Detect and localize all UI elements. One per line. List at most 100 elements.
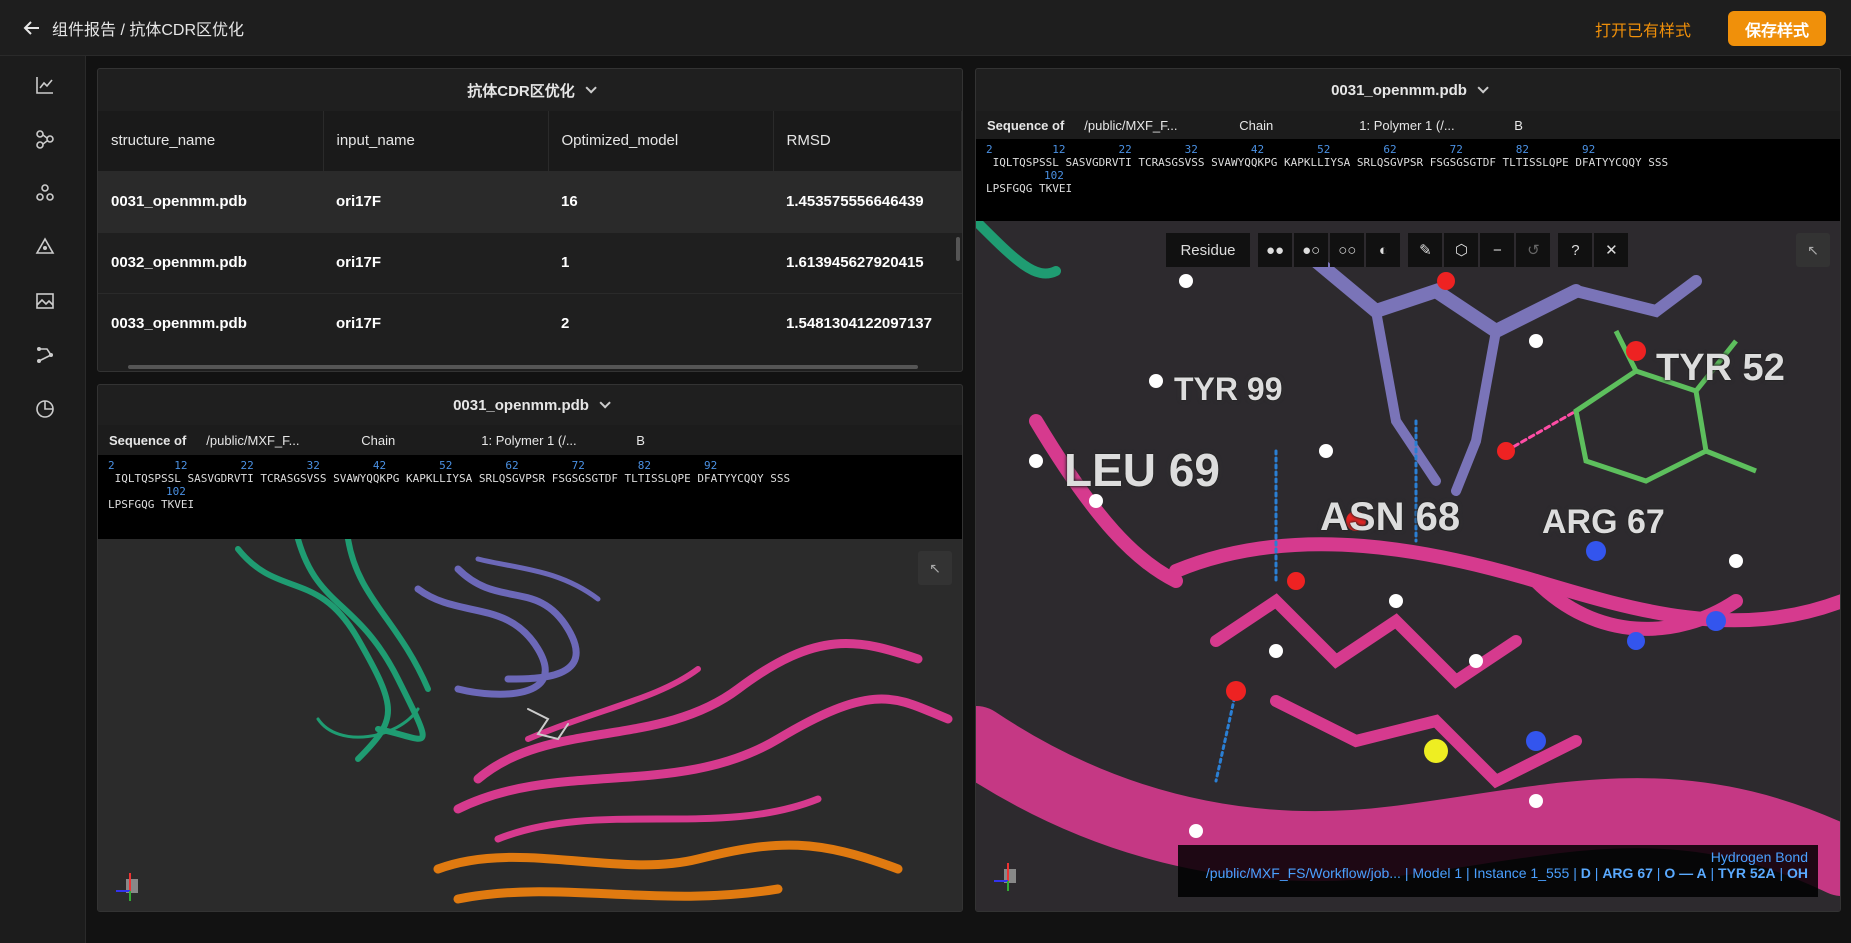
sequence-line: LPSFGQG TKVEI <box>986 182 1073 195</box>
close-icon[interactable]: ✕ <box>1594 233 1629 267</box>
right-3d-viewer[interactable]: TYR 99 TYR 52 LEU 69 ASN 68 ARG 67 Resid… <box>976 221 1840 911</box>
residue-arg67: ARG 67 <box>1602 865 1653 881</box>
sequence-line: LPSFGQG TKVEI <box>108 498 195 511</box>
horizontal-scrollbar[interactable] <box>128 365 918 369</box>
pointer-icon[interactable]: ↖ <box>918 551 952 585</box>
table-panel-header[interactable]: 抗体CDR区优化 <box>98 69 962 111</box>
model-label: Model 1 <box>1412 865 1463 881</box>
results-table: structure_name input_name Optimized_mode… <box>98 111 962 354</box>
residue-label-arg67: ARG 67 <box>1542 503 1665 541</box>
interaction-type: Hydrogen Bond <box>1710 849 1808 865</box>
residue-label-tyr52: TYR 52 <box>1656 347 1785 389</box>
sidebar <box>0 56 86 943</box>
vertical-scrollbar[interactable] <box>956 237 960 261</box>
table-row[interactable]: 0033_openmm.pdb ori17F 2 1.5481304122097… <box>98 292 962 354</box>
structure-path: /public/MXF_FS/Workflow/job... <box>1205 865 1401 881</box>
workflow-icon[interactable] <box>34 344 56 366</box>
molecule-icon[interactable] <box>34 128 56 150</box>
table-cell: 0032_openmm.pdb <box>98 231 323 293</box>
sequence-area[interactable]: 2 12 22 32 42 52 62 72 82 92 IQLTQSPSSL … <box>98 455 962 539</box>
polymer-select[interactable]: 1: Polymer 1 (/... <box>481 433 616 448</box>
interaction-details: /public/MXF_FS/Workflow/job... | Model 1… <box>1205 865 1808 881</box>
table-cell: 0033_openmm.pdb <box>98 292 323 354</box>
instance-label: Instance 1_555 <box>1473 865 1570 881</box>
axes-icon <box>994 863 1016 891</box>
left-3d-viewer[interactable]: ↖ <box>98 539 962 911</box>
structure-select[interactable]: /public/MXF_F... <box>206 433 341 448</box>
table-cell: 1.5481304122097137 <box>773 292 962 354</box>
cluster-icon[interactable] <box>34 182 56 204</box>
chevron-down-icon[interactable] <box>599 397 611 409</box>
interaction-info-panel: Hydrogen Bond /public/MXF_FS/Workflow/jo… <box>1178 845 1818 897</box>
sequence-area[interactable]: 2 12 22 32 42 52 62 72 82 92 IQLTQSPSSL … <box>976 139 1840 221</box>
table-cell: 0031_openmm.pdb <box>98 170 323 232</box>
table-cell: 1 <box>548 231 773 293</box>
sequence-controls: Sequence of /public/MXF_F... Chain 1: Po… <box>98 425 962 455</box>
help-icon[interactable]: ? <box>1558 233 1593 267</box>
column-header[interactable]: RMSD <box>773 111 962 171</box>
protein-structure-render <box>235 539 953 904</box>
residue-tyr52a: TYR 52A <box>1718 865 1776 881</box>
top-bar: 组件报告 / 抗体CDR区优化 打开已有样式 保存样式 <box>0 0 1851 56</box>
axes-icon <box>116 873 138 901</box>
structure-select[interactable]: /public/MXF_F... <box>1084 118 1219 133</box>
table-cell: ori17F <box>323 231 548 293</box>
chain-select[interactable]: B <box>636 433 645 448</box>
sequence-numbers: 2 12 22 32 42 52 62 72 82 92 <box>108 459 718 472</box>
breadcrumb: 组件报告 / 抗体CDR区优化 <box>52 21 245 39</box>
sequence-number-102: 102 <box>166 485 186 498</box>
minus-icon[interactable]: − <box>1480 233 1515 267</box>
brush-icon[interactable]: ✎ <box>1408 233 1443 267</box>
history-icon[interactable]: ↺ <box>1516 233 1551 267</box>
pie-chart-icon[interactable] <box>34 398 56 420</box>
sequence-number-102: 102 <box>1044 169 1064 182</box>
chain-label: Chain <box>1239 117 1274 133</box>
table-row[interactable]: 0031_openmm.pdb ori17F 16 1.453575556646… <box>98 170 962 232</box>
table-panel-title: 抗体CDR区优化 <box>467 82 575 100</box>
table-cell: ori17F <box>323 292 548 354</box>
right-viewer-title: 0031_openmm.pdb <box>1331 81 1467 99</box>
residue-label-leu69: LEU 69 <box>1064 444 1220 496</box>
atom-oh: OH <box>1787 865 1808 881</box>
line-chart-icon[interactable] <box>34 74 56 96</box>
column-header[interactable]: Optimized_model <box>548 111 774 171</box>
table-cell: 1.613945627920415 <box>773 231 962 293</box>
table-cell: 1.453575556646439 <box>773 170 962 232</box>
save-style-button[interactable]: 保存样式 <box>1728 11 1826 46</box>
subtract-icon[interactable]: ●○ <box>1294 233 1329 267</box>
column-header[interactable]: structure_name <box>98 111 324 171</box>
viewer-toolbar: Residue ●● ●○ ○○ ◐ ✎ ⬡ − ↺ ? ✕ <box>1166 233 1629 267</box>
left-viewer-header[interactable]: 0031_openmm.pdb <box>98 385 962 425</box>
residue-label-tyr99: TYR 99 <box>1174 371 1283 407</box>
polymer-select[interactable]: 1: Polymer 1 (/... <box>1359 118 1494 133</box>
chain-select[interactable]: B <box>1514 118 1523 133</box>
table-cell: 2 <box>548 292 773 354</box>
sequence-line: IQLTQSPSSL SASVGDRVTI TCRASGSVSS SVAWYQQ… <box>108 472 791 485</box>
set-icon[interactable]: ◐ <box>1366 233 1401 267</box>
image-icon[interactable] <box>34 290 56 312</box>
sequence-label: Sequence of <box>987 117 1065 133</box>
right-viewer-header[interactable]: 0031_openmm.pdb <box>976 69 1840 111</box>
union-icon[interactable]: ●● <box>1258 233 1293 267</box>
network-icon[interactable] <box>34 236 56 258</box>
right-viewer-panel: 0031_openmm.pdb Sequence of /public/MXF_… <box>975 68 1841 912</box>
back-arrow-icon[interactable] <box>22 18 42 38</box>
table-panel: 抗体CDR区优化 structure_name input_name Optim… <box>97 68 963 372</box>
left-viewer-panel: 0031_openmm.pdb Sequence of /public/MXF_… <box>97 384 963 912</box>
cube-icon[interactable]: ⬡ <box>1444 233 1479 267</box>
left-viewer-title: 0031_openmm.pdb <box>453 396 589 414</box>
atom-o-chain-a: O — A <box>1664 865 1707 881</box>
table-row[interactable]: 0032_openmm.pdb ori17F 1 1.6139456279204… <box>98 231 962 293</box>
pointer-icon[interactable]: ↖ <box>1796 233 1830 267</box>
chevron-down-icon[interactable] <box>1477 82 1489 94</box>
column-header[interactable]: input_name <box>323 111 549 171</box>
chain-label: Chain <box>361 432 396 448</box>
table-cell: 16 <box>548 170 773 232</box>
selection-mode-button[interactable]: Residue <box>1166 233 1250 267</box>
chevron-down-icon[interactable] <box>585 82 597 94</box>
table-cell: ori17F <box>323 170 548 232</box>
residue-detail-render <box>976 221 1840 911</box>
open-style-link[interactable]: 打开已有样式 <box>1595 17 1691 41</box>
intersect-icon[interactable]: ○○ <box>1330 233 1365 267</box>
chain-d: D <box>1580 865 1591 881</box>
